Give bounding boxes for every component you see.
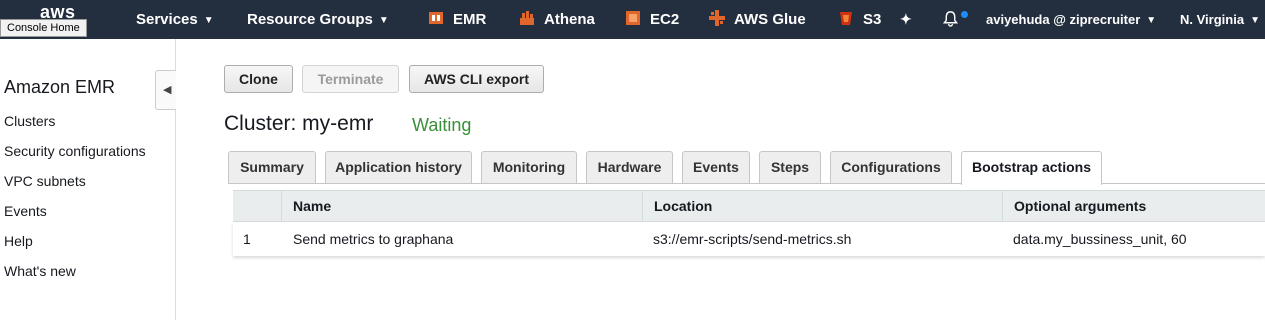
resource-groups-menu[interactable]: Resource Groups ▼: [247, 0, 389, 39]
user-label: aviyehuda @ ziprecruiter: [986, 12, 1141, 27]
chevron-down-icon: ▼: [203, 15, 214, 26]
aws-cli-export-button[interactable]: AWS CLI export: [409, 65, 544, 93]
services-label: Services: [136, 11, 198, 28]
tab-monitoring[interactable]: Monitoring: [481, 151, 577, 183]
chevron-left-icon: ◀: [163, 84, 172, 96]
ec2-icon: [626, 11, 640, 25]
s3-icon: [840, 12, 852, 25]
notifications-button[interactable]: [942, 0, 959, 39]
shortcut-s3[interactable]: S3: [837, 0, 881, 39]
sidebar-item-events[interactable]: Events: [4, 203, 47, 219]
chevron-down-icon: ▼: [378, 15, 389, 26]
tab-application-history[interactable]: Application history: [325, 151, 472, 183]
sidebar-collapse-button[interactable]: ◀: [155, 70, 176, 110]
shortcut-label: Athena: [544, 11, 595, 28]
shortcut-glue[interactable]: AWS Glue: [708, 0, 806, 39]
tab-hardware[interactable]: Hardware: [586, 151, 673, 183]
cluster-status: Waiting: [412, 115, 472, 135]
cluster-title: Cluster: my-emr: [224, 112, 374, 135]
shortcut-label: EMR: [453, 11, 487, 28]
shortcut-label: EC2: [650, 11, 680, 28]
column-header-name[interactable]: Name: [281, 191, 643, 223]
column-header-optional-arguments[interactable]: Optional arguments: [1002, 191, 1265, 223]
tab-configurations[interactable]: Configurations: [830, 151, 952, 183]
sidebar: Amazon EMR Clusters Security configurati…: [0, 39, 176, 320]
tab-underline: [228, 183, 1265, 184]
region-label: N. Virginia: [1180, 12, 1245, 27]
column-header-location[interactable]: Location: [642, 191, 1003, 223]
shortcut-athena[interactable]: Athena: [518, 0, 595, 39]
services-menu[interactable]: Services ▼: [136, 0, 214, 39]
tab-bootstrap-actions[interactable]: Bootstrap actions: [961, 151, 1102, 185]
user-menu[interactable]: aviyehuda @ ziprecruiter ▼: [986, 0, 1156, 39]
sidebar-item-vpc-subnets[interactable]: VPC subnets: [4, 173, 86, 189]
pin-icon[interactable]: ✦: [900, 0, 912, 39]
shortcut-label: AWS Glue: [734, 11, 806, 28]
resource-groups-label: Resource Groups: [247, 11, 373, 28]
notification-dot: [961, 11, 968, 18]
terminate-button[interactable]: Terminate: [302, 65, 399, 93]
sidebar-item-security-configurations[interactable]: Security configurations: [4, 143, 146, 159]
table-header: Name Location Optional arguments: [233, 190, 1265, 223]
bell-icon: [942, 11, 959, 27]
sidebar-title: Amazon EMR: [4, 77, 116, 97]
sidebar-item-help[interactable]: Help: [4, 233, 33, 249]
sidebar-item-whats-new[interactable]: What's new: [4, 263, 76, 279]
row-optional-arguments: data.my_bussiness_unit, 60: [1013, 231, 1187, 247]
shortcut-ec2[interactable]: EC2: [624, 0, 679, 39]
console-home-tooltip: Console Home: [0, 19, 87, 37]
tab-events[interactable]: Events: [682, 151, 750, 183]
chevron-down-icon: ▼: [1250, 15, 1260, 26]
tab-summary[interactable]: Summary: [228, 151, 316, 183]
emr-icon: [429, 12, 443, 24]
region-menu[interactable]: N. Virginia ▼: [1180, 0, 1260, 39]
row-location: s3://emr-scripts/send-metrics.sh: [653, 231, 852, 247]
tab-steps[interactable]: Steps: [759, 151, 821, 183]
athena-icon: [520, 11, 534, 25]
shortcut-label: S3: [863, 11, 882, 28]
chevron-down-icon: ▼: [1146, 15, 1157, 26]
top-nav: aws Console Home Services ▼ Resource Grou…: [0, 0, 1265, 39]
row-index: 1: [243, 231, 251, 247]
table-row[interactable]: 1 Send metrics to graphana s3://emr-scri…: [233, 222, 1265, 256]
clone-button[interactable]: Clone: [224, 65, 293, 93]
shortcut-emr[interactable]: EMR: [427, 0, 486, 39]
sidebar-item-clusters[interactable]: Clusters: [4, 113, 55, 129]
row-name: Send metrics to graphana: [293, 231, 454, 247]
glue-icon: [709, 10, 725, 26]
